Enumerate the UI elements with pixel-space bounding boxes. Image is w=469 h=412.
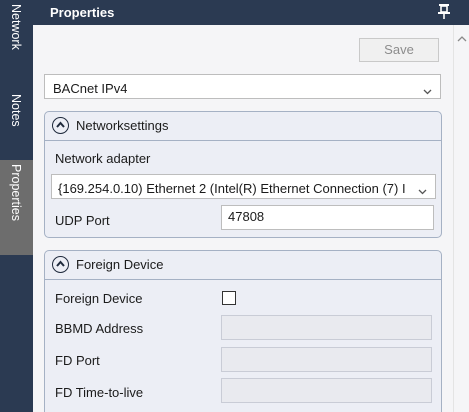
chevron-down-icon [418,183,427,195]
network-adapter-value: {169.254.0.10) Ethernet 2 (Intel(R) Ethe… [58,181,406,196]
udp-port-value: 47808 [228,209,265,224]
save-button[interactable]: Save [359,38,439,62]
vertical-scrollbar[interactable] [453,25,469,412]
chevron-down-icon [423,83,432,95]
fd-port-label: FD Port [55,353,100,368]
protocol-select-value: BACnet IPv4 [53,81,128,96]
network-adapter-label: Network adapter [55,151,151,166]
side-tab-notes[interactable]: Notes [0,90,33,160]
foreign-device-checkbox[interactable] [222,291,236,305]
properties-panel: Save BACnet IPv4 Networksettings Network… [33,25,453,412]
panel-header: Properties [33,0,469,25]
network-settings-header[interactable]: Networksettings [45,112,441,141]
side-tab-label: Notes [9,94,23,127]
udp-port-label: UDP Port [55,213,110,228]
side-tab-strip: Network Notes Properties [0,0,33,412]
foreign-device-checkbox-label: Foreign Device [55,291,143,306]
fd-time-to-live-input[interactable] [221,378,432,403]
side-tab-properties[interactable]: Properties [0,160,33,255]
network-adapter-select[interactable]: {169.254.0.10) Ethernet 2 (Intel(R) Ethe… [51,174,436,199]
bbmd-address-input[interactable] [221,315,432,340]
udp-port-input[interactable]: 47808 [221,205,434,230]
fd-time-to-live-label: FD Time-to-live [55,385,144,400]
panel-title: Properties [50,5,115,20]
network-settings-title: Networksettings [76,118,169,133]
protocol-select[interactable]: BACnet IPv4 [44,74,441,99]
chevron-up-circle-icon[interactable] [52,256,69,273]
bbmd-address-label: BBMD Address [55,321,144,336]
foreign-device-group: Foreign Device Foreign Device BBMD Addre… [44,250,442,412]
side-tab-label: Properties [9,164,23,221]
network-settings-group: Networksettings Network adapter {169.254… [44,111,442,238]
side-tab-network[interactable]: Network [0,0,33,90]
side-tab-label: Network [9,4,23,50]
fd-port-input[interactable] [221,347,432,372]
pin-icon[interactable] [437,3,451,19]
chevron-up-circle-icon[interactable] [52,117,69,134]
foreign-device-title: Foreign Device [76,257,164,272]
scroll-up-arrow-icon[interactable] [457,31,467,42]
foreign-device-header[interactable]: Foreign Device [45,251,441,280]
